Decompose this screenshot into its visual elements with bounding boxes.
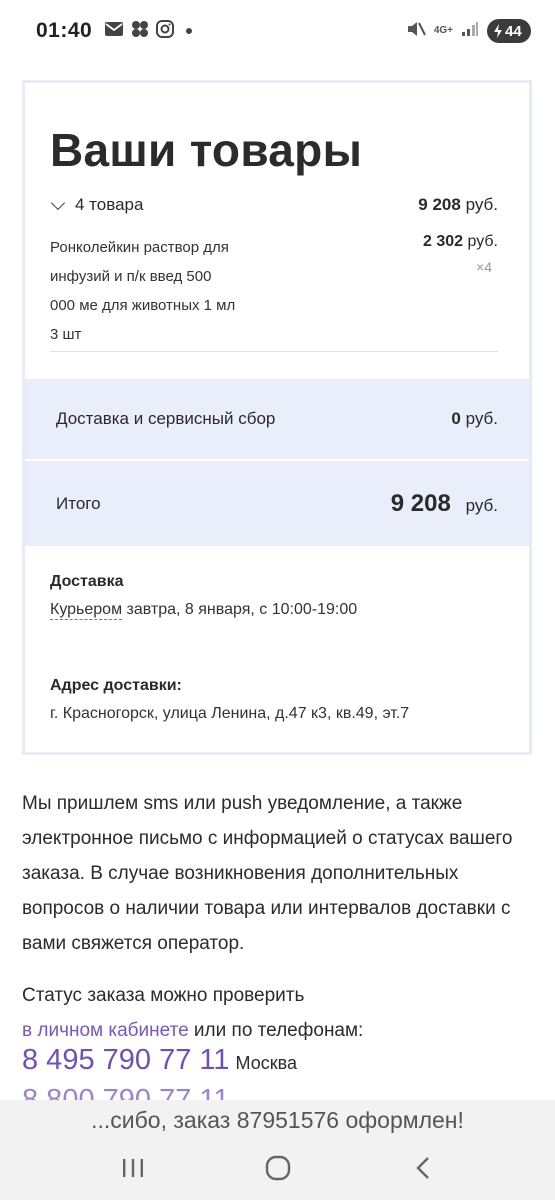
status-check-line: Статус заказа можно проверить bbox=[22, 985, 305, 1006]
delivery-title: Доставка bbox=[50, 573, 124, 590]
back-icon bbox=[414, 1156, 432, 1185]
items-total-currency: руб. bbox=[465, 195, 498, 214]
status-time: 01:40 bbox=[36, 19, 93, 42]
items-toggle[interactable]: 4 товара 9 208 руб. bbox=[50, 195, 498, 215]
status-check-text: Статус заказа можно проверить в личном к… bbox=[22, 978, 532, 1048]
delivery-fee-value: 0 bbox=[451, 409, 461, 428]
cluster-app-icon bbox=[130, 20, 150, 43]
phone-moscow-city: Москва bbox=[235, 1053, 297, 1073]
status-check-after-link: или по телефонам: bbox=[188, 1020, 364, 1041]
back-button[interactable] bbox=[393, 1146, 453, 1194]
toast-message: ...сибо, заказ 87951576 оформлен! bbox=[0, 1100, 555, 1140]
product-quantity: ×4 bbox=[476, 259, 492, 275]
mute-icon bbox=[406, 20, 426, 43]
signal-icon bbox=[461, 21, 479, 42]
notification-info-text: Мы пришлем sms или push уведомление, а т… bbox=[22, 793, 513, 954]
product-name-line: 000 ме для животных 1 мл bbox=[50, 297, 236, 314]
items-total: 9 208 руб. bbox=[418, 195, 498, 215]
total-row: Итого 9 208 руб. bbox=[25, 461, 529, 546]
delivery-fee-label: Доставка и сервисный сбор bbox=[56, 409, 276, 428]
home-button[interactable] bbox=[248, 1146, 308, 1194]
phone-moscow-row: 8 495 790 77 11 Москва bbox=[22, 1044, 297, 1077]
chevron-down-icon bbox=[50, 195, 66, 210]
delivery-fee-currency: руб. bbox=[465, 409, 498, 428]
battery-level: 44 bbox=[505, 22, 522, 40]
address-value: г. Красногорск, улица Ленина, д.47 к3, к… bbox=[50, 705, 410, 722]
delivery-method-link[interactable]: Курьером bbox=[50, 601, 123, 620]
total-currency: руб. bbox=[465, 495, 498, 515]
total-label: Итого bbox=[56, 493, 101, 513]
recent-apps-button[interactable] bbox=[103, 1146, 163, 1194]
items-total-value: 9 208 bbox=[418, 195, 461, 214]
items-count: 4 товара bbox=[75, 195, 144, 214]
status-bar: 01:40 4G+ 44 bbox=[0, 0, 555, 62]
delivery-info: Курьером завтра, 8 января, с 10:00-19:00 bbox=[50, 601, 358, 620]
delivery-fee: 0 руб. bbox=[451, 409, 498, 429]
network-label: 4G+ bbox=[433, 25, 453, 36]
delivery-time: завтра, 8 января, с 10:00-19:00 bbox=[122, 601, 358, 618]
system-nav-bar bbox=[0, 1140, 555, 1200]
instagram-icon bbox=[156, 19, 175, 43]
total: 9 208 руб. bbox=[391, 490, 498, 518]
product-price-block: 2 302 руб. ×4 bbox=[423, 233, 498, 349]
delivery-fee-row: Доставка и сервисный сбор 0 руб. bbox=[25, 379, 529, 459]
product-name: Ронколейкин раствор для инфузий и п/к вв… bbox=[50, 233, 280, 349]
product-price: 2 302 bbox=[422, 233, 464, 250]
page-title: Ваши товары bbox=[50, 124, 363, 176]
total-value: 9 208 bbox=[390, 489, 451, 517]
divider bbox=[50, 351, 498, 352]
product-name-line: инфузий и п/к введ 500 bbox=[50, 268, 212, 285]
product-name-line: Ронколейкин раствор для bbox=[50, 239, 229, 256]
notification-dot-icon bbox=[186, 28, 193, 34]
product-item: Ронколейкин раствор для инфузий и п/к вв… bbox=[50, 233, 498, 349]
battery-icon: 44 bbox=[487, 19, 531, 43]
address-title: Адрес доставки: bbox=[50, 677, 182, 694]
phone-moscow-link[interactable]: 8 495 790 77 11 bbox=[22, 1044, 230, 1077]
mail-icon bbox=[104, 21, 124, 42]
network-icon: 4G+ bbox=[434, 26, 453, 36]
home-icon bbox=[265, 1155, 291, 1186]
recent-apps-icon bbox=[121, 1157, 145, 1184]
product-currency: руб. bbox=[467, 233, 498, 250]
product-name-line: 3 шт bbox=[50, 326, 82, 343]
order-summary-card: Ваши товары 4 товара 9 208 руб. Ронколей… bbox=[22, 80, 532, 755]
account-link[interactable]: в личном кабинете bbox=[22, 1020, 189, 1041]
